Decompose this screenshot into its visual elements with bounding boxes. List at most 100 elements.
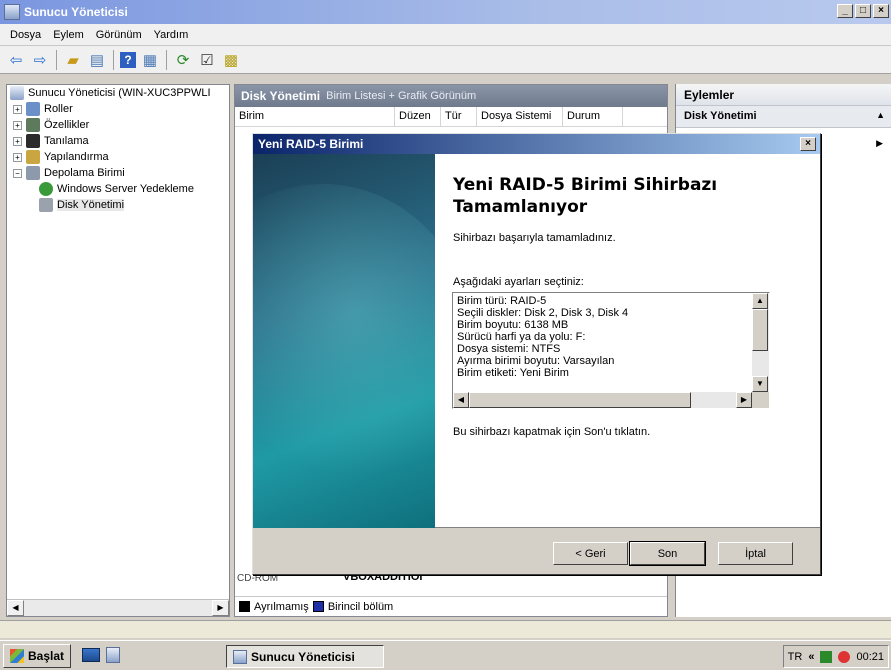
horizontal-scroll-thumb[interactable] xyxy=(469,392,691,408)
tree-item-label: Özellikler xyxy=(44,119,90,131)
more-actions-arrow-icon[interactable]: ▶ xyxy=(876,138,883,149)
toolbar: ⇦ ⇨ ▰ ▤ ? ▦ ⟳ ☑ ▩ xyxy=(0,46,891,74)
disk-management-icon xyxy=(39,198,53,212)
summary-line: Dosya sistemi: NTFS xyxy=(457,343,561,355)
scroll-down-arrow-icon[interactable]: ▼ xyxy=(752,376,768,392)
server-manager-icon xyxy=(4,4,20,20)
wizard-heading-line1: Yeni RAID-5 Birimi Sihirbazı xyxy=(453,175,718,195)
tree-root-label: Sunucu Yöneticisi (WIN-XUC3PPWLI xyxy=(28,87,211,99)
legend-primary-swatch xyxy=(312,601,324,612)
tree-item-label: Tanılama xyxy=(44,135,89,147)
window-title: Sunucu Yöneticisi xyxy=(24,5,128,19)
disk-legend: Ayrılmamış Birincil bölüm xyxy=(235,596,667,616)
start-button[interactable]: Başlat xyxy=(3,643,72,668)
finish-button[interactable]: Son xyxy=(629,541,706,566)
expand-icon[interactable]: + xyxy=(13,152,22,162)
clock[interactable]: 00:21 xyxy=(856,651,884,663)
summary-line: Birim boyutu: 6138 MB xyxy=(457,319,569,331)
settings-summary-box[interactable]: Birim türü: RAID-5 Seçili diskler: Disk … xyxy=(452,292,770,409)
dialog-close-button[interactable]: × xyxy=(800,137,816,151)
scroll-left-arrow-icon[interactable]: ◀ xyxy=(453,392,469,408)
backup-icon xyxy=(39,182,53,196)
tree-item-windows-server-backup[interactable]: Windows Server Yedekleme xyxy=(7,181,229,197)
minimize-button[interactable]: _ xyxy=(837,4,853,18)
taskbar-server-manager-button[interactable]: Sunucu Yöneticisi xyxy=(226,645,384,668)
tree-horizontal-scrollbar[interactable]: ◀ ▶ xyxy=(7,599,229,616)
scroll-right-arrow-icon[interactable]: ▶ xyxy=(736,392,752,408)
disk-properties-icon[interactable]: ▩ xyxy=(221,50,241,70)
summary-line: Seçili diskler: Disk 2, Disk 3, Disk 4 xyxy=(457,307,629,319)
roles-icon xyxy=(26,102,40,116)
menu-view[interactable]: Görünüm xyxy=(90,26,148,44)
vertical-scroll-thumb[interactable] xyxy=(752,309,768,351)
expand-icon[interactable]: + xyxy=(13,136,22,146)
back-arrow-icon[interactable]: ⇦ xyxy=(6,50,26,70)
scroll-right-arrow-icon[interactable]: ▶ xyxy=(212,600,229,616)
legend-unallocated-swatch xyxy=(239,601,250,612)
column-header-type[interactable]: Tür xyxy=(441,107,477,126)
wizard-body: Yeni RAID-5 Birimi Sihirbazı Tamamlanıyo… xyxy=(253,154,820,528)
summary-line: Ayırma birimi boyutu: Varsayılan xyxy=(457,355,615,367)
language-indicator[interactable]: TR xyxy=(788,651,803,663)
menu-help[interactable]: Yardım xyxy=(148,26,195,44)
properties-icon[interactable]: ▦ xyxy=(140,50,160,70)
pane-header: Disk Yönetimi Birim Listesi + Grafik Gör… xyxy=(235,85,667,107)
up-folder-icon[interactable]: ▰ xyxy=(63,50,83,70)
close-instruction-text: Bu sihirbazı kapatmak için Son'u tıklatı… xyxy=(453,426,651,438)
scroll-corner xyxy=(752,392,769,408)
maximize-button[interactable]: □ xyxy=(855,4,871,18)
tree-item-disk-management[interactable]: Disk Yönetimi xyxy=(7,197,229,213)
legend-primary-label: Birincil bölüm xyxy=(327,600,394,613)
summary-horizontal-scrollbar[interactable]: ◀ ▶ xyxy=(453,392,752,408)
column-header-layout[interactable]: Düzen xyxy=(395,107,441,126)
collapse-arrow-icon[interactable]: ▲ xyxy=(876,110,885,120)
wizard-side-banner xyxy=(253,154,435,528)
forward-arrow-icon[interactable]: ⇨ xyxy=(30,50,50,70)
dialog-title: Yeni RAID-5 Birimi xyxy=(258,137,364,151)
help-icon[interactable]: ? xyxy=(120,51,136,68)
scroll-up-arrow-icon[interactable]: ▲ xyxy=(752,293,768,309)
column-header-filesystem[interactable]: Dosya Sistemi xyxy=(477,107,563,126)
check-disk-icon[interactable]: ☑ xyxy=(197,50,217,70)
alert-icon[interactable] xyxy=(838,650,851,663)
tree-root[interactable]: Sunucu Yöneticisi (WIN-XUC3PPWLI xyxy=(7,85,229,101)
dialog-title-bar[interactable]: Yeni RAID-5 Birimi × xyxy=(253,134,820,154)
actions-section-disk-management[interactable]: Disk Yönetimi ▲ xyxy=(676,106,891,128)
wizard-heading: Yeni RAID-5 Birimi Sihirbazı Tamamlanıyo… xyxy=(453,174,793,218)
windows-logo-icon xyxy=(10,648,24,663)
expand-icon[interactable]: + xyxy=(13,104,22,114)
column-header-volume[interactable]: Birim xyxy=(235,107,395,126)
menu-action[interactable]: Eylem xyxy=(47,26,90,44)
navigation-tree: Sunucu Yöneticisi (WIN-XUC3PPWLI + Rolle… xyxy=(6,84,230,617)
tree-item-configuration[interactable]: + Yapılandırma xyxy=(7,149,229,165)
wizard-heading-line2: Tamamlanıyor xyxy=(453,197,588,217)
configuration-icon xyxy=(26,150,40,164)
summary-vertical-scrollbar[interactable]: ▲ ▼ xyxy=(752,293,769,392)
back-button[interactable]: < Geri xyxy=(553,542,628,565)
network-icon[interactable] xyxy=(820,650,833,663)
show-hide-tree-icon[interactable]: ▤ xyxy=(87,50,107,70)
tree-item-features[interactable]: + Özellikler xyxy=(7,117,229,133)
status-bar xyxy=(0,620,891,638)
show-desktop-icon[interactable] xyxy=(82,648,100,662)
pane-subtitle: Birim Listesi + Grafik Görünüm xyxy=(326,90,477,102)
cancel-button[interactable]: İptal xyxy=(718,542,793,565)
tree-item-label: Depolama Birimi xyxy=(44,167,125,179)
tree-item-storage[interactable]: − Depolama Birimi xyxy=(7,165,229,181)
legend-unallocated-label: Ayrılmamış xyxy=(254,600,309,613)
tree-item-roles[interactable]: + Roller xyxy=(7,101,229,117)
expand-icon[interactable]: + xyxy=(13,120,22,130)
column-header-status[interactable]: Durum xyxy=(563,107,623,126)
server-manager-icon xyxy=(233,649,247,664)
scroll-left-arrow-icon[interactable]: ◀ xyxy=(7,600,24,616)
menu-file[interactable]: Dosya xyxy=(4,26,47,44)
tree-item-diagnostics[interactable]: + Tanılama xyxy=(7,133,229,149)
server-manager-quicklaunch-icon[interactable] xyxy=(106,647,120,663)
close-button[interactable]: × xyxy=(873,4,889,18)
pane-title: Disk Yönetimi xyxy=(241,89,321,103)
actions-header: Eylemler xyxy=(676,84,891,106)
refresh-icon[interactable]: ⟳ xyxy=(173,50,193,70)
collapse-icon[interactable]: − xyxy=(13,168,22,178)
window-title-bar[interactable]: Sunucu Yöneticisi _ □ × xyxy=(0,0,891,24)
tray-expand-chevron[interactable]: « xyxy=(808,651,814,663)
